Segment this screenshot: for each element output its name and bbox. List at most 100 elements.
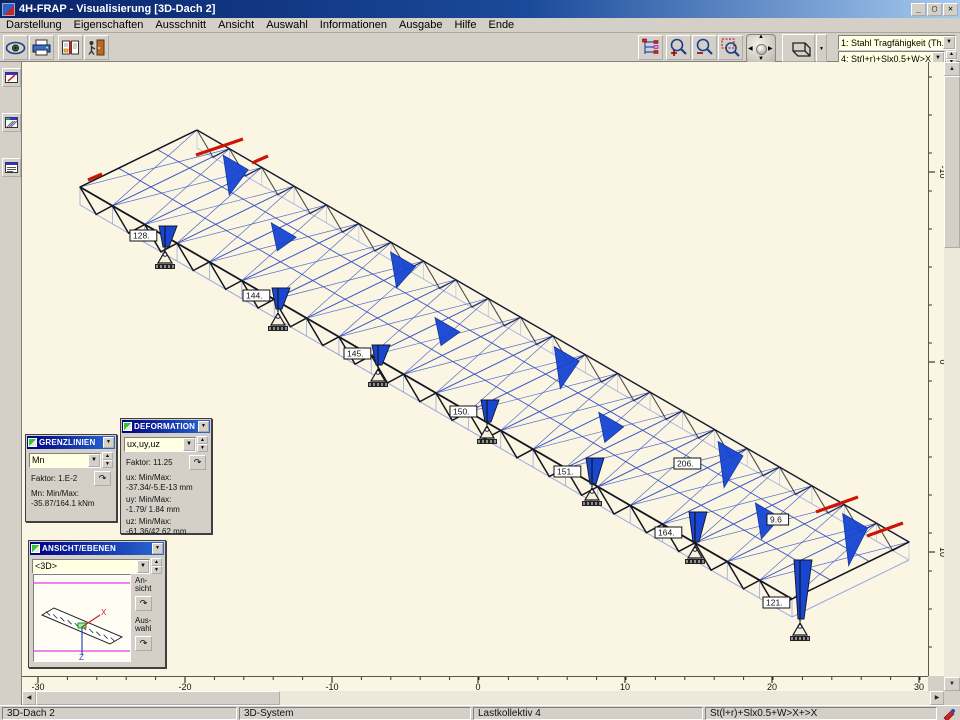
deformation-spinner[interactable]: ▲ ▼: [197, 436, 208, 452]
result-combo-arrow-icon[interactable]: ▼: [943, 36, 955, 49]
zoom-in-icon: [668, 37, 689, 58]
grenzlinien-combo[interactable]: Mn ▼: [29, 453, 101, 468]
grenzlinien-combo-arrow-icon[interactable]: ▼: [88, 454, 100, 467]
panel-grenzlinien-titlebar[interactable]: GRENZLINIEN ▼: [27, 436, 115, 449]
pan-center-knob[interactable]: [756, 44, 767, 55]
zoom-out-icon: [694, 37, 715, 58]
horizontal-scrollbar[interactable]: ◀ ▶: [22, 691, 944, 705]
ansicht-combo[interactable]: <3D> ▼: [32, 559, 150, 574]
deformation-row-label: uz: Min/Max:: [126, 517, 210, 526]
panel-title: DEFORMATION: [134, 422, 198, 431]
grenzlinien-apply-icon[interactable]: ↷: [94, 471, 111, 486]
menu-item-ausschnitt[interactable]: Ausschnitt: [149, 19, 212, 31]
panel-grenzlinien: GRENZLINIEN ▼ Mn ▼ ▲ ▼ Faktor: 1.E-2 ↷ M…: [25, 434, 117, 522]
panel-collapse-icon[interactable]: ▼: [103, 437, 114, 448]
deformation-combo[interactable]: ux,uy,uz ▼: [124, 437, 196, 452]
svg-text:150.: 150.: [453, 407, 470, 417]
pan-control[interactable]: ▲ ▼ ◀ ▶: [746, 34, 776, 64]
vertical-ruler: -10010: [928, 62, 944, 676]
view-preview[interactable]: XZ: [33, 574, 131, 662]
values-toggle-button[interactable]: [2, 158, 21, 177]
book-icon: [60, 37, 81, 58]
scroll-left-icon[interactable]: ◀: [22, 691, 36, 705]
status-loadcase: St(l+r)+Slx0.5+W>X+>X: [705, 707, 937, 720]
edit-window-button[interactable]: [2, 68, 21, 87]
exit-button[interactable]: [84, 35, 109, 60]
spin-up-icon[interactable]: ▲: [946, 51, 957, 59]
menu-item-auswahl[interactable]: Auswahl: [260, 19, 314, 31]
deformation-row-value: -37.34/-5.E-13 mm: [126, 483, 210, 492]
zoom-out-button[interactable]: [692, 35, 717, 60]
ansicht-apply-icon[interactable]: ↷: [135, 596, 152, 611]
spin-down-icon[interactable]: ▼: [197, 444, 208, 452]
deformation-combo-arrow-icon[interactable]: ▼: [183, 438, 195, 451]
minimize-button[interactable]: _: [911, 3, 926, 16]
zoom-window-button[interactable]: [718, 35, 743, 60]
panel-icon: [28, 438, 37, 447]
result-combo[interactable]: 1: Stahl Tragfähigkeit (Th. 2. O ▼: [838, 35, 956, 50]
scroll-right-icon[interactable]: ▶: [930, 691, 944, 705]
maximize-button[interactable]: ▢: [927, 3, 942, 16]
menu-item-hilfe[interactable]: Hilfe: [448, 19, 482, 31]
svg-text:9.6: 9.6: [770, 515, 782, 525]
pan-right-icon[interactable]: ▶: [768, 45, 773, 52]
h-scroll-thumb[interactable]: [36, 691, 280, 705]
panel-collapse-icon[interactable]: ▼: [198, 421, 209, 432]
support-symbol: [790, 623, 810, 641]
ansicht-spinner[interactable]: ▲ ▼: [151, 558, 162, 574]
view-button[interactable]: [3, 35, 28, 60]
result-tree-button[interactable]: [638, 35, 663, 60]
grenzlinien-result-value: -35.87/164.1 kNm: [31, 499, 115, 508]
grenzlinien-combo-value: Mn: [30, 455, 88, 465]
grenzlinien-toggle-button[interactable]: [2, 113, 21, 132]
pan-up-icon[interactable]: ▲: [758, 34, 764, 40]
hatch-window-icon: [4, 115, 19, 130]
view-cube-icon: [786, 36, 812, 60]
eye-icon: [5, 37, 26, 58]
zoom-in-button[interactable]: [666, 35, 691, 60]
deformation-row-label: uy: Min/Max:: [126, 495, 210, 504]
scroll-up-icon[interactable]: ▲: [944, 62, 960, 76]
printer-icon: [31, 37, 52, 58]
panel-collapse-icon[interactable]: ▼: [152, 543, 163, 554]
panel-title: ANSICHT/EBENEN: [42, 544, 152, 553]
ansicht-combo-arrow-icon[interactable]: ▼: [137, 560, 149, 573]
panel-deformation-titlebar[interactable]: DEFORMATION ▼: [122, 420, 210, 433]
spin-up-icon[interactable]: ▲: [102, 452, 113, 460]
menu-item-ausgabe[interactable]: Ausgabe: [393, 19, 448, 31]
title-bar: 4H-FRAP - Visualisierung [3D-Dach 2] _ ▢…: [0, 0, 960, 18]
view-cube-dropdown[interactable]: ▼: [816, 34, 827, 62]
v-scroll-thumb[interactable]: [944, 76, 960, 248]
print-button[interactable]: [29, 35, 54, 60]
spin-up-icon[interactable]: ▲: [197, 436, 208, 444]
deformation-row-value: -1.79/ 1.84 mm: [126, 505, 210, 514]
report-button[interactable]: [58, 35, 83, 60]
menu-item-eigenschaften[interactable]: Eigenschaften: [68, 19, 150, 31]
panel-deformation: DEFORMATION ▼ ux,uy,uz ▼ ▲ ▼ Faktor: 11.…: [120, 418, 212, 534]
panel-title: GRENZLINIEN: [39, 438, 103, 447]
ansicht-label: sicht: [135, 585, 165, 593]
panel-ansicht-titlebar[interactable]: ANSICHT/EBENEN ▼: [30, 542, 164, 555]
pan-left-icon[interactable]: ◀: [748, 45, 753, 52]
spin-down-icon[interactable]: ▼: [102, 460, 113, 468]
result-tree-icon: [640, 37, 661, 58]
close-button[interactable]: ✕: [943, 3, 958, 16]
vertical-scrollbar[interactable]: ▲ ▼: [944, 62, 960, 691]
menu-item-ansicht[interactable]: Ansicht: [212, 19, 260, 31]
svg-text:151.: 151.: [557, 467, 574, 477]
window-title: 4H-FRAP - Visualisierung [3D-Dach 2]: [19, 3, 215, 15]
view-cube-button[interactable]: [782, 34, 815, 62]
menu-item-darstellung[interactable]: Darstellung: [0, 19, 68, 31]
scroll-down-icon[interactable]: ▼: [944, 677, 960, 691]
support-symbol: [155, 251, 175, 269]
menu-item-ende[interactable]: Ende: [482, 19, 520, 31]
status-bar: 3D-Dach 2 3D-System Lastkollektiv 4 St(l…: [0, 705, 960, 720]
svg-text:144.: 144.: [246, 291, 263, 301]
grenzlinien-spinner[interactable]: ▲ ▼: [102, 452, 113, 468]
deformation-apply-icon[interactable]: ↷: [189, 455, 206, 470]
menu-item-informationen[interactable]: Informationen: [314, 19, 393, 31]
svg-text:145.: 145.: [347, 349, 364, 359]
auswahl-apply-icon[interactable]: ↷: [135, 636, 152, 651]
spin-down-icon[interactable]: ▼: [151, 566, 162, 574]
spin-up-icon[interactable]: ▲: [151, 558, 162, 566]
